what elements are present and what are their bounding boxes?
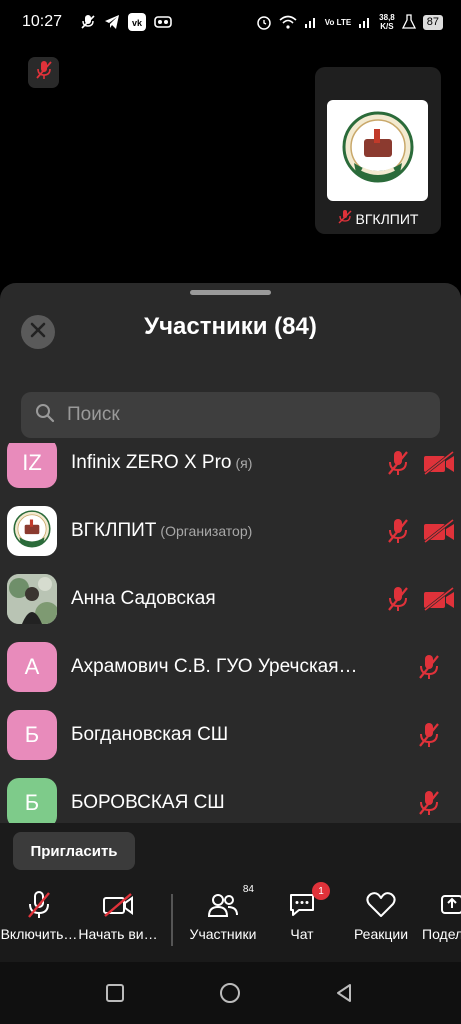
mic-muted-icon[interactable] xyxy=(415,652,443,682)
mic-muted-icon[interactable] xyxy=(384,448,412,478)
toolbar-divider xyxy=(171,894,173,946)
vr-headset-icon xyxy=(154,16,172,28)
recents-button[interactable] xyxy=(102,980,128,1006)
back-button[interactable] xyxy=(331,980,357,1006)
panel-title: Участники (84) xyxy=(144,313,317,340)
participants-button[interactable]: 84 Участники xyxy=(178,884,268,942)
mic-off-icon xyxy=(80,14,96,30)
participant-row[interactable]: А Ахрамович С.В. ГУО Уречская… xyxy=(0,632,461,702)
reactions-button[interactable]: Реакции xyxy=(336,888,426,942)
search-input[interactable] xyxy=(67,404,407,426)
battery-indicator: 87 xyxy=(422,14,443,30)
chat-button[interactable]: 1 Чат xyxy=(257,882,347,942)
participant-name: Infinix ZERO X Pro (я) xyxy=(71,452,253,473)
flask-icon xyxy=(401,14,416,30)
svg-text:vk: vk xyxy=(132,18,143,28)
mic-muted-icon xyxy=(337,209,352,228)
heart-icon xyxy=(366,888,396,922)
chat-icon: 1 xyxy=(288,882,330,922)
panel-drag-handle[interactable] xyxy=(190,290,271,295)
signal-icon-2 xyxy=(358,15,372,29)
college-logo xyxy=(327,100,428,201)
mic-muted-icon[interactable] xyxy=(415,720,443,750)
share-screen-icon xyxy=(440,888,461,922)
participant-row[interactable]: Анна Садовская xyxy=(0,564,461,634)
participant-name: ВГКЛПИТ (Организатор) xyxy=(71,520,253,541)
vk-icon: vk xyxy=(128,13,147,31)
participant-name: Ахрамович С.В. ГУО Уречская… xyxy=(71,656,358,677)
start-video-button[interactable]: Начать ви… xyxy=(73,888,163,942)
avatar: Б xyxy=(7,778,57,823)
participants-count: 84 xyxy=(242,884,254,895)
mic-muted-icon xyxy=(34,59,54,86)
avatar-photo xyxy=(7,574,57,624)
avatar xyxy=(7,506,57,556)
avatar: Б xyxy=(7,710,57,760)
people-icon: 84 xyxy=(208,884,254,922)
home-button[interactable] xyxy=(217,980,243,1006)
participants-panel: Участники (84) IZ Infinix ZERO X Pro(я) xyxy=(0,283,461,963)
video-tile-host[interactable]: ВГКЛПИТ xyxy=(315,67,441,234)
mic-muted-icon[interactable] xyxy=(384,584,412,614)
camera-off-icon[interactable] xyxy=(423,516,455,546)
participant-name: БОРОВСКАЯ СШ xyxy=(71,792,225,813)
telegram-icon xyxy=(104,14,120,30)
participant-row[interactable]: Б Богдановская СШ xyxy=(0,700,461,770)
unmute-button[interactable]: Включить… xyxy=(0,888,84,942)
wifi-icon xyxy=(279,15,297,29)
participant-name: Богдановская СШ xyxy=(71,724,229,745)
search-icon xyxy=(35,403,55,428)
alarm-icon xyxy=(256,14,272,30)
network-speed: 38,8 K/S xyxy=(379,13,395,31)
mic-muted-icon[interactable] xyxy=(415,788,443,818)
participants-list[interactable]: IZ Infinix ZERO X Pro (я) ВГКЛПИТ (Организ xyxy=(0,443,461,823)
share-button[interactable]: Подел xyxy=(418,888,461,942)
clock: 10:27 xyxy=(22,13,63,30)
mic-muted-icon[interactable] xyxy=(384,516,412,546)
self-mic-muted-indicator[interactable] xyxy=(28,57,59,88)
video-tile-name: ВГКЛПИТ xyxy=(315,209,441,228)
status-bar: 10:27 vk Vo LTE 38,8 K/S 87 xyxy=(0,0,461,44)
square-icon xyxy=(106,984,124,1002)
camera-off-icon[interactable] xyxy=(423,584,455,614)
avatar: А xyxy=(7,642,57,692)
signal-icon xyxy=(304,15,318,29)
participant-row[interactable]: Б БОРОВСКАЯ СШ xyxy=(0,768,461,823)
participant-name: Анна Садовская xyxy=(71,588,216,609)
camera-off-icon[interactable] xyxy=(423,448,455,478)
meeting-toolbar: Включить… Начать ви… 84 Участники 1 Чат … xyxy=(0,880,461,962)
invite-button[interactable]: Пригласить xyxy=(13,832,135,870)
chat-unread-badge: 1 xyxy=(312,882,330,900)
network-type: Vo LTE xyxy=(324,17,352,27)
college-logo xyxy=(13,510,51,548)
mic-off-icon xyxy=(26,888,52,922)
system-navigation-bar xyxy=(0,962,461,1024)
triangle-back-icon xyxy=(337,984,351,1002)
participant-row[interactable]: IZ Infinix ZERO X Pro (я) xyxy=(0,443,461,498)
participant-row[interactable]: ВГКЛПИТ (Организатор) xyxy=(0,496,461,566)
invite-bar: Пригласить xyxy=(0,823,461,883)
camera-off-icon xyxy=(102,888,134,922)
circle-icon xyxy=(220,983,240,1003)
avatar: IZ xyxy=(7,443,57,488)
search-box[interactable] xyxy=(21,392,440,438)
